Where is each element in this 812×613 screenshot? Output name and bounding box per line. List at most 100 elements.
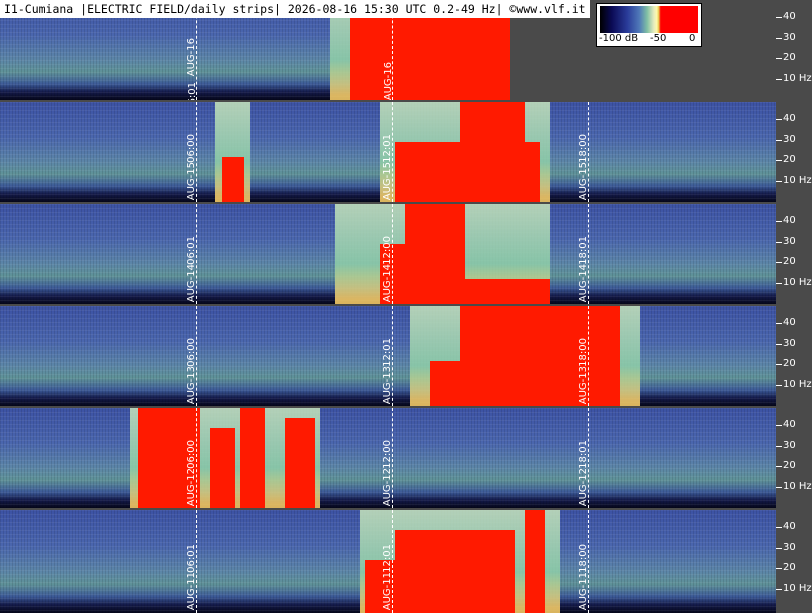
time-label: 06:00 bbox=[186, 134, 197, 163]
axis-tick-label: 10 Hz bbox=[783, 73, 812, 84]
axis-tick-label: 20 bbox=[783, 460, 796, 471]
axis-tick bbox=[776, 160, 782, 161]
axis-tick-label: 20 bbox=[783, 52, 796, 63]
axis-tick bbox=[776, 548, 782, 549]
date-label: AUG-13 bbox=[382, 366, 393, 405]
date-label-center: AUG-16 bbox=[383, 62, 394, 100]
strip-aug-12: AUG-12 06:00 AUG-12 12:00 AUG-12 18:01 bbox=[0, 408, 776, 508]
axis-tick-label: 40 bbox=[783, 317, 796, 328]
signal-burst bbox=[285, 418, 315, 508]
axis-tick bbox=[776, 58, 782, 59]
axis-tick-label: 10 Hz bbox=[783, 379, 812, 390]
time-label: 12:00 bbox=[382, 440, 393, 469]
date-label: AUG-11 bbox=[186, 572, 197, 611]
signal-burst bbox=[405, 204, 465, 304]
time-label: 06:01 bbox=[186, 236, 197, 265]
frequency-axis: 40 30 20 10 Hz bbox=[776, 0, 812, 100]
time-label: 12:01 bbox=[382, 134, 393, 163]
axis-tick-label: 20 bbox=[783, 358, 796, 369]
axis-tick bbox=[776, 568, 782, 569]
axis-tick bbox=[776, 221, 782, 222]
date-label: AUG-13 bbox=[186, 366, 197, 405]
date-label: AUG-11 bbox=[578, 572, 589, 611]
time-label: 06:00 bbox=[186, 440, 197, 469]
axis-tick-label: 30 bbox=[783, 338, 796, 349]
axis-tick bbox=[776, 262, 782, 263]
signal-burst bbox=[430, 361, 460, 406]
time-label: 12:01 bbox=[382, 544, 393, 573]
plot-title: I1-Cumiana |ELECTRIC FIELD/daily strips|… bbox=[0, 0, 590, 18]
axis-tick bbox=[776, 119, 782, 120]
time-label: 06:01 bbox=[187, 82, 198, 100]
frequency-axis: 40 30 20 10 Hz bbox=[776, 204, 812, 304]
axis-tick-label: 30 bbox=[783, 236, 796, 247]
frequency-axis: 40 30 20 10 Hz bbox=[776, 408, 812, 508]
color-scale-bar bbox=[600, 6, 698, 33]
date-label: AUG-13 bbox=[578, 366, 589, 405]
date-label: AUG-14 bbox=[578, 264, 589, 303]
axis-tick-label: 40 bbox=[783, 113, 796, 124]
signal-burst bbox=[460, 102, 525, 202]
time-label: 06:01 bbox=[186, 544, 197, 573]
axis-tick-label: 30 bbox=[783, 542, 796, 553]
axis-tick-label: 30 bbox=[783, 32, 796, 43]
axis-tick-label: 30 bbox=[783, 134, 796, 145]
axis-tick-label: 20 bbox=[783, 154, 796, 165]
axis-tick-label: 40 bbox=[783, 11, 796, 22]
axis-tick bbox=[776, 425, 782, 426]
date-label: AUG-12 bbox=[578, 468, 589, 507]
axis-tick bbox=[776, 283, 782, 284]
signal-burst bbox=[465, 279, 550, 304]
axis-tick bbox=[776, 466, 782, 467]
date-label: AUG-15 bbox=[382, 162, 393, 201]
date-label: AUG-12 bbox=[186, 468, 197, 507]
axis-tick bbox=[776, 17, 782, 18]
strip-aug-15: AUG-15 06:00 AUG-15 12:01 AUG-15 18:00 bbox=[0, 102, 776, 202]
time-label: 18:01 bbox=[578, 440, 589, 469]
signal-burst bbox=[210, 428, 235, 508]
frequency-axis: 40 30 20 10 Hz bbox=[776, 306, 812, 406]
axis-tick-label: 10 Hz bbox=[783, 583, 812, 594]
axis-tick bbox=[776, 487, 782, 488]
date-label: AUG-16 bbox=[186, 38, 197, 77]
strip-aug-14: AUG-14 06:01 AUG-14 12:00 AUG-14 18:01 bbox=[0, 204, 776, 304]
date-label: AUG-15 bbox=[186, 162, 197, 201]
strip-aug-13: AUG-13 06:00 AUG-13 12:01 AUG-13 18:00 bbox=[0, 306, 776, 406]
axis-tick-label: 20 bbox=[783, 256, 796, 267]
axis-tick bbox=[776, 181, 782, 182]
time-label: 12:01 bbox=[382, 338, 393, 367]
time-label: 18:00 bbox=[578, 338, 589, 367]
time-label: 12:00 bbox=[382, 236, 393, 265]
axis-tick-label: 20 bbox=[783, 562, 796, 573]
signal-burst bbox=[240, 408, 265, 508]
date-label: AUG-14 bbox=[382, 264, 393, 303]
axis-tick-label: 10 Hz bbox=[783, 175, 812, 186]
signal-burst bbox=[222, 157, 244, 202]
time-label: 18:00 bbox=[578, 134, 589, 163]
axis-tick bbox=[776, 140, 782, 141]
strip-aug-11: AUG-11 06:01 AUG-11 12:01 AUG-11 18:00 bbox=[0, 510, 776, 613]
frequency-axis: 40 30 20 10 Hz bbox=[776, 510, 812, 613]
axis-tick bbox=[776, 323, 782, 324]
axis-tick bbox=[776, 79, 782, 80]
time-label: 06:00 bbox=[186, 338, 197, 367]
signal-burst bbox=[525, 510, 545, 613]
axis-tick bbox=[776, 527, 782, 528]
date-label: AUG-15 bbox=[578, 162, 589, 201]
axis-tick bbox=[776, 385, 782, 386]
date-label: AUG-11 bbox=[382, 572, 393, 611]
axis-tick-label: 40 bbox=[783, 419, 796, 430]
axis-tick bbox=[776, 446, 782, 447]
legend-mid-label: -50 bbox=[650, 33, 667, 44]
time-label: 18:01 bbox=[578, 236, 589, 265]
frequency-axis: 40 30 20 10 Hz bbox=[776, 102, 812, 202]
time-label: 18:00 bbox=[578, 544, 589, 573]
axis-tick-label: 40 bbox=[783, 215, 796, 226]
axis-tick-label: 10 Hz bbox=[783, 481, 812, 492]
axis-tick bbox=[776, 242, 782, 243]
legend-min-label: -100 dB bbox=[599, 33, 639, 44]
axis-tick bbox=[776, 344, 782, 345]
legend-max-label: 0 bbox=[689, 33, 696, 44]
axis-tick bbox=[776, 589, 782, 590]
date-label: AUG-12 bbox=[382, 468, 393, 507]
